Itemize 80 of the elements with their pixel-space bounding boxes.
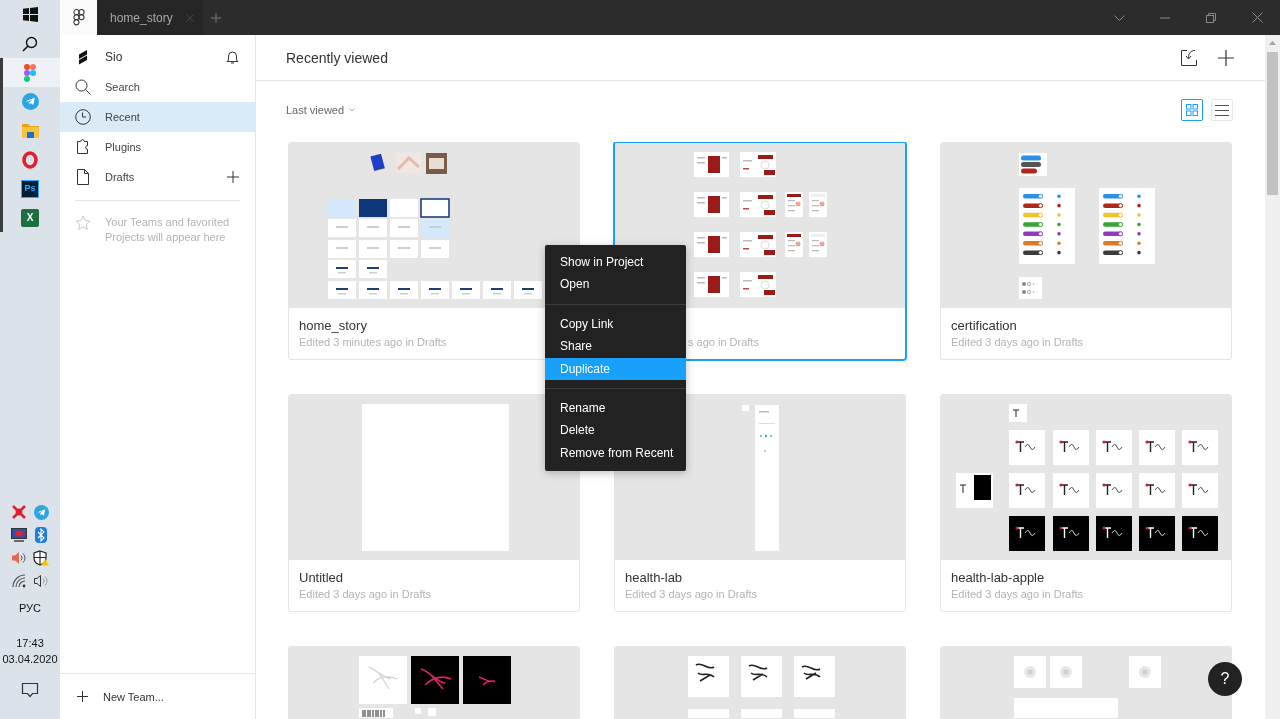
menu-item[interactable]: Remove from Recent (545, 441, 686, 465)
folder-icon (21, 123, 39, 138)
file-preview-drawing[interactable] (328, 153, 542, 299)
notifications-icon[interactable] (21, 681, 39, 699)
help-button[interactable]: ? (1208, 662, 1242, 696)
sidebar-item[interactable]: Sio (60, 42, 255, 72)
spreadsheet-icon: X (21, 208, 39, 227)
speaker-icon[interactable] (11, 551, 27, 565)
start-menu-icon (22, 7, 38, 22)
sidebar-item[interactable]: Recent (60, 102, 255, 132)
sort-dropdown[interactable]: Last viewed (286, 104, 356, 116)
colored-shapes-icon (24, 63, 36, 82)
menu-item[interactable]: Share (545, 335, 686, 358)
grid-view-button[interactable] (1181, 99, 1203, 121)
menu-item[interactable]: Open (545, 273, 686, 296)
paper-plane-icon[interactable] (33, 504, 49, 520)
language-indicator[interactable]: РУС (19, 600, 41, 616)
file-preview-drawing[interactable] (359, 656, 511, 718)
taskbar-button[interactable] (0, 58, 60, 87)
list-view-button[interactable] (1211, 99, 1233, 121)
ring-icon (22, 150, 38, 169)
file-preview-drawing[interactable] (1019, 153, 1155, 299)
paper-plane-icon (21, 93, 39, 110)
burst-icon[interactable] (11, 504, 27, 520)
clock-icon (75, 109, 91, 125)
plus-icon (77, 691, 88, 702)
scrollbar-track[interactable] (1265, 35, 1280, 719)
scrollbar-thumb[interactable] (1267, 52, 1278, 195)
sidebar-item[interactable]: Drafts (60, 162, 255, 192)
new-team-button[interactable]: New Team... (60, 673, 255, 719)
file-edited-time: Edited 3 minutes ago in Drafts (299, 335, 447, 349)
document-icon (75, 169, 91, 185)
file-edited-time: Edited 3 days ago in Drafts (625, 587, 758, 601)
monitor-icon[interactable] (11, 528, 27, 542)
puzzle-icon (75, 139, 91, 155)
plus-icon[interactable] (1218, 49, 1234, 66)
chevron-down-icon[interactable] (1113, 14, 1125, 21)
list-icon (1215, 104, 1229, 116)
taskbar-button[interactable]: Ps (0, 174, 60, 203)
restore-icon[interactable] (1206, 12, 1216, 23)
file-name: home_story (299, 318, 367, 333)
close-icon[interactable] (1251, 12, 1263, 23)
shield-icon[interactable] (33, 550, 49, 566)
search-icon (22, 35, 38, 52)
taskbar-button[interactable]: X (0, 203, 60, 232)
clock-date: 03.04.2020 (2, 652, 58, 667)
file-preview-drawing[interactable] (956, 404, 1218, 551)
app-logo-icon (72, 9, 85, 26)
bell-icon[interactable] (226, 50, 239, 64)
menu-item[interactable]: Delete (545, 419, 686, 442)
tab-label: home_story (110, 10, 173, 25)
empty-teams-hint: Your Teams and favorited Projects will appear here (105, 215, 231, 245)
volume-icon[interactable] (33, 574, 49, 588)
page-title: Recently viewed (286, 49, 388, 66)
file-edited-time: Edited 3 days ago in Drafts (951, 587, 1084, 601)
file-name: health-lab (625, 570, 683, 585)
file-edited-time: Edited 3 days ago in Drafts (299, 587, 432, 601)
caret-icon (349, 108, 356, 112)
plus-icon[interactable] (227, 171, 239, 183)
file-preview-drawing[interactable] (694, 152, 827, 297)
menu-item[interactable]: Rename (545, 396, 686, 420)
wifi-icon[interactable] (11, 574, 27, 588)
sidebar-item[interactable]: Search (60, 72, 255, 102)
sidebar-item[interactable]: Plugins (60, 132, 255, 162)
import-icon[interactable] (1180, 48, 1198, 67)
search-icon (75, 79, 91, 95)
menu-item[interactable]: Copy Link (545, 312, 686, 336)
home-button[interactable] (60, 0, 97, 35)
menu-item[interactable]: Show in Project (545, 251, 686, 274)
file-tab[interactable]: home_story (97, 0, 203, 35)
file-name: certification (951, 318, 1017, 333)
grid-icon (1186, 104, 1198, 116)
file-name: health-lab-apple (951, 570, 1045, 585)
star-icon (75, 215, 91, 231)
clock-time: 17:43 (16, 636, 44, 651)
ps-icon: Ps (21, 179, 39, 198)
file-edited-time: s ago in Drafts (688, 335, 759, 349)
file-edited-time: Edited 3 days ago in Drafts (951, 335, 1084, 349)
bluetooth-icon[interactable] (35, 527, 47, 543)
file-name: Untitled (299, 570, 344, 585)
